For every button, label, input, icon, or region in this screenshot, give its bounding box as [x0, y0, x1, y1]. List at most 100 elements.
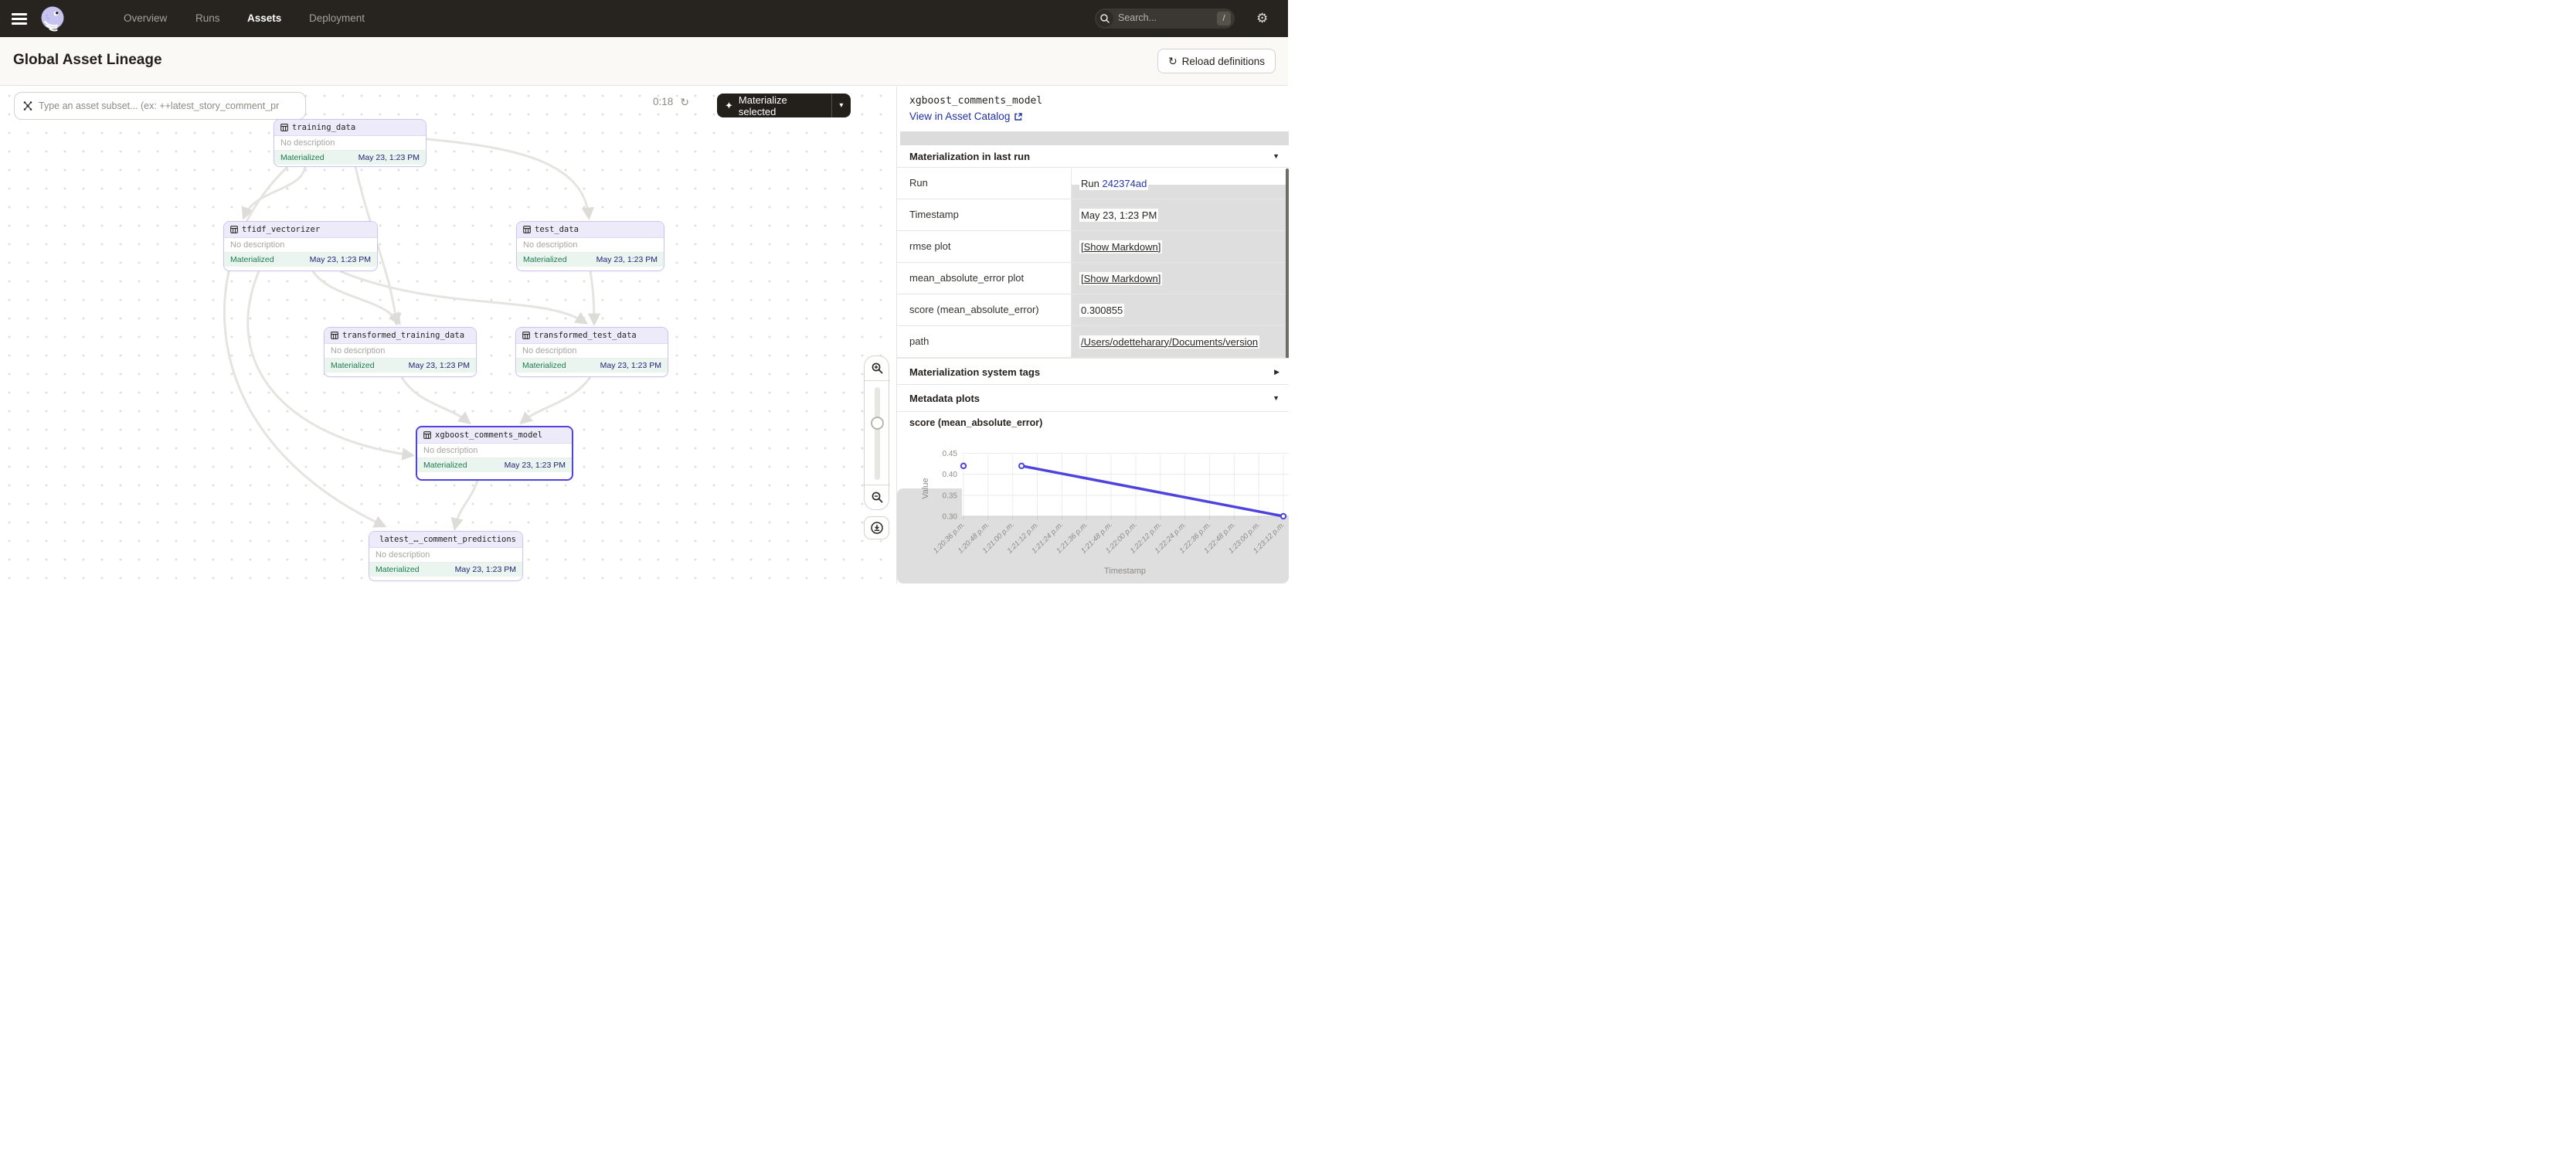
- node-status: Materialized: [523, 255, 567, 264]
- zoom-out-button[interactable]: [865, 485, 890, 509]
- settings-gear-icon[interactable]: ⚙: [1256, 11, 1268, 26]
- refresh-countdown: 0:18: [653, 96, 673, 107]
- download-icon: [870, 521, 884, 535]
- download-graph-button[interactable]: [864, 516, 889, 539]
- asset-node-tfidf-vectorizer[interactable]: tfidf_vectorizer No description Material…: [223, 221, 378, 271]
- sparkle-icon: ✦: [725, 100, 733, 112]
- nav-tab-assets[interactable]: Assets: [247, 0, 281, 37]
- materialization-metadata-table: Run Run 242374ad Timestamp May 23, 1:23 …: [897, 168, 1289, 358]
- materialize-dropdown-caret-icon[interactable]: ▾: [832, 101, 851, 110]
- x-axis-label: Timestamp: [1104, 566, 1146, 576]
- node-status: Materialized: [230, 255, 274, 264]
- node-description: No description: [274, 136, 426, 151]
- score-line-chart: 0.300.350.400.45 1:20:36 p.m.1:20:48 p.m…: [897, 444, 1289, 584]
- chart-title: score (mean_absolute_error): [909, 417, 1042, 428]
- asset-node-xgboost-comments-model[interactable]: xgboost_comments_model No description Ma…: [416, 426, 573, 481]
- table-icon: [522, 332, 530, 339]
- panel-asset-title: xgboost_comments_model: [909, 95, 1042, 107]
- zoom-slider-thumb[interactable]: [871, 417, 884, 430]
- asset-node-training-data[interactable]: training_data No description Materialize…: [274, 119, 427, 167]
- asset-lineage-canvas[interactable]: Type an asset subset... (ex: ++latest_st…: [0, 87, 896, 584]
- external-link-icon: [1014, 112, 1023, 121]
- zoom-out-icon: [871, 491, 884, 504]
- materialize-selected-button[interactable]: ✦ Materialize selected ▾: [717, 94, 851, 117]
- table-icon: [423, 431, 431, 439]
- node-description: No description: [517, 238, 664, 253]
- collapse-section-icon[interactable]: ▼: [1273, 152, 1280, 160]
- node-status: Materialized: [423, 461, 467, 470]
- panel-scrollbar-thumb[interactable]: [1286, 168, 1289, 373]
- node-timestamp: May 23, 1:23 PM: [310, 255, 371, 264]
- section-materialization-system-tags[interactable]: Materialization system tags ▶: [897, 358, 1289, 385]
- refresh-icon[interactable]: ↻: [680, 97, 689, 107]
- y-tick-label: 0.35: [943, 492, 958, 500]
- collapse-section-icon[interactable]: ▼: [1273, 394, 1280, 402]
- section-materialization-in-last-run[interactable]: Materialization in last run ▼: [897, 145, 1289, 168]
- path-link[interactable]: /Users/odetteharary/Documents/version: [1079, 335, 1259, 349]
- y-tick-label: 0.45: [943, 450, 958, 458]
- node-status: Materialized: [280, 153, 325, 162]
- score-value: 0.300855: [1079, 304, 1124, 317]
- hamburger-menu-icon[interactable]: [12, 13, 27, 25]
- node-timestamp: May 23, 1:23 PM: [600, 361, 661, 370]
- global-search-input[interactable]: Search... /: [1095, 9, 1235, 29]
- node-timestamp: May 23, 1:23 PM: [455, 565, 516, 574]
- nav-tab-deployment[interactable]: Deployment: [309, 0, 365, 37]
- node-description: No description: [516, 344, 668, 359]
- table-row: score (mean_absolute_error) 0.300855: [897, 294, 1289, 326]
- search-icon: [1096, 10, 1113, 27]
- asset-node-test-data[interactable]: test_data No description MaterializedMay…: [516, 221, 664, 271]
- asset-filter-input[interactable]: Type an asset subset... (ex: ++latest_st…: [14, 92, 306, 120]
- nav-tab-runs[interactable]: Runs: [195, 0, 220, 37]
- reload-definitions-button[interactable]: ↻ Reload definitions: [1157, 49, 1276, 73]
- run-id-link[interactable]: 242374ad: [1102, 178, 1147, 189]
- y-axis-label: Value: [921, 478, 930, 498]
- node-timestamp: May 23, 1:23 PM: [596, 255, 658, 264]
- data-point-marker[interactable]: [1019, 464, 1024, 468]
- node-description: No description: [417, 444, 572, 458]
- nav-tab-overview[interactable]: Overview: [124, 0, 167, 37]
- refresh-icon: ↻: [1168, 56, 1178, 66]
- y-tick-label: 0.40: [943, 471, 958, 479]
- table-icon: [331, 332, 338, 339]
- zoom-controls: [864, 356, 889, 510]
- node-status: Materialized: [331, 361, 375, 370]
- asset-node-transformed-training-data[interactable]: transformed_training_data No description…: [324, 327, 477, 377]
- view-in-asset-catalog-link[interactable]: View in Asset Catalog: [909, 111, 1023, 122]
- table-row: Timestamp May 23, 1:23 PM: [897, 199, 1289, 231]
- table-row: mean_absolute_error plot [Show Markdown]: [897, 263, 1289, 294]
- zoom-in-button[interactable]: [865, 356, 890, 381]
- node-description: No description: [369, 548, 522, 563]
- expand-section-icon[interactable]: ▶: [1274, 368, 1280, 376]
- node-timestamp: May 23, 1:23 PM: [359, 153, 420, 162]
- asset-details-panel: xgboost_comments_model View in Asset Cat…: [896, 87, 1288, 584]
- asset-node-latest-comment-predictions[interactable]: latest_…_comment_predictions No descript…: [369, 531, 523, 581]
- asset-graph-icon: [22, 100, 33, 111]
- node-description: No description: [224, 238, 377, 253]
- section-metadata-plots[interactable]: Metadata plots ▼: [897, 385, 1289, 412]
- table-icon: [230, 226, 238, 233]
- table-row: path /Users/odetteharary/Documents/versi…: [897, 326, 1289, 358]
- node-timestamp: May 23, 1:23 PM: [409, 361, 470, 370]
- zoom-slider-track[interactable]: [875, 387, 880, 480]
- horizontal-scrollbar-track[interactable]: [900, 131, 1289, 145]
- search-placeholder: Search...: [1118, 12, 1157, 23]
- show-markdown-link[interactable]: [Show Markdown]: [1079, 240, 1162, 253]
- timestamp-value: May 23, 1:23 PM: [1079, 209, 1158, 222]
- data-point-marker[interactable]: [961, 464, 966, 468]
- search-shortcut-badge: /: [1217, 12, 1231, 26]
- dagster-logo-icon[interactable]: [39, 5, 66, 32]
- data-point-marker[interactable]: [1281, 514, 1286, 519]
- node-timestamp: May 23, 1:23 PM: [505, 461, 566, 470]
- node-description: No description: [325, 344, 476, 359]
- table-icon: [280, 124, 288, 131]
- show-markdown-link[interactable]: [Show Markdown]: [1079, 272, 1162, 285]
- table-icon: [523, 226, 531, 233]
- y-tick-label: 0.30: [943, 513, 958, 522]
- node-status: Materialized: [376, 565, 420, 574]
- table-row: rmse plot [Show Markdown]: [897, 231, 1289, 263]
- asset-filter-placeholder: Type an asset subset... (ex: ++latest_st…: [39, 100, 279, 111]
- top-nav: Overview Runs Assets Deployment Search..…: [0, 0, 1288, 37]
- page-title: Global Asset Lineage: [13, 52, 162, 69]
- asset-node-transformed-test-data[interactable]: transformed_test_data No description Mat…: [515, 327, 668, 377]
